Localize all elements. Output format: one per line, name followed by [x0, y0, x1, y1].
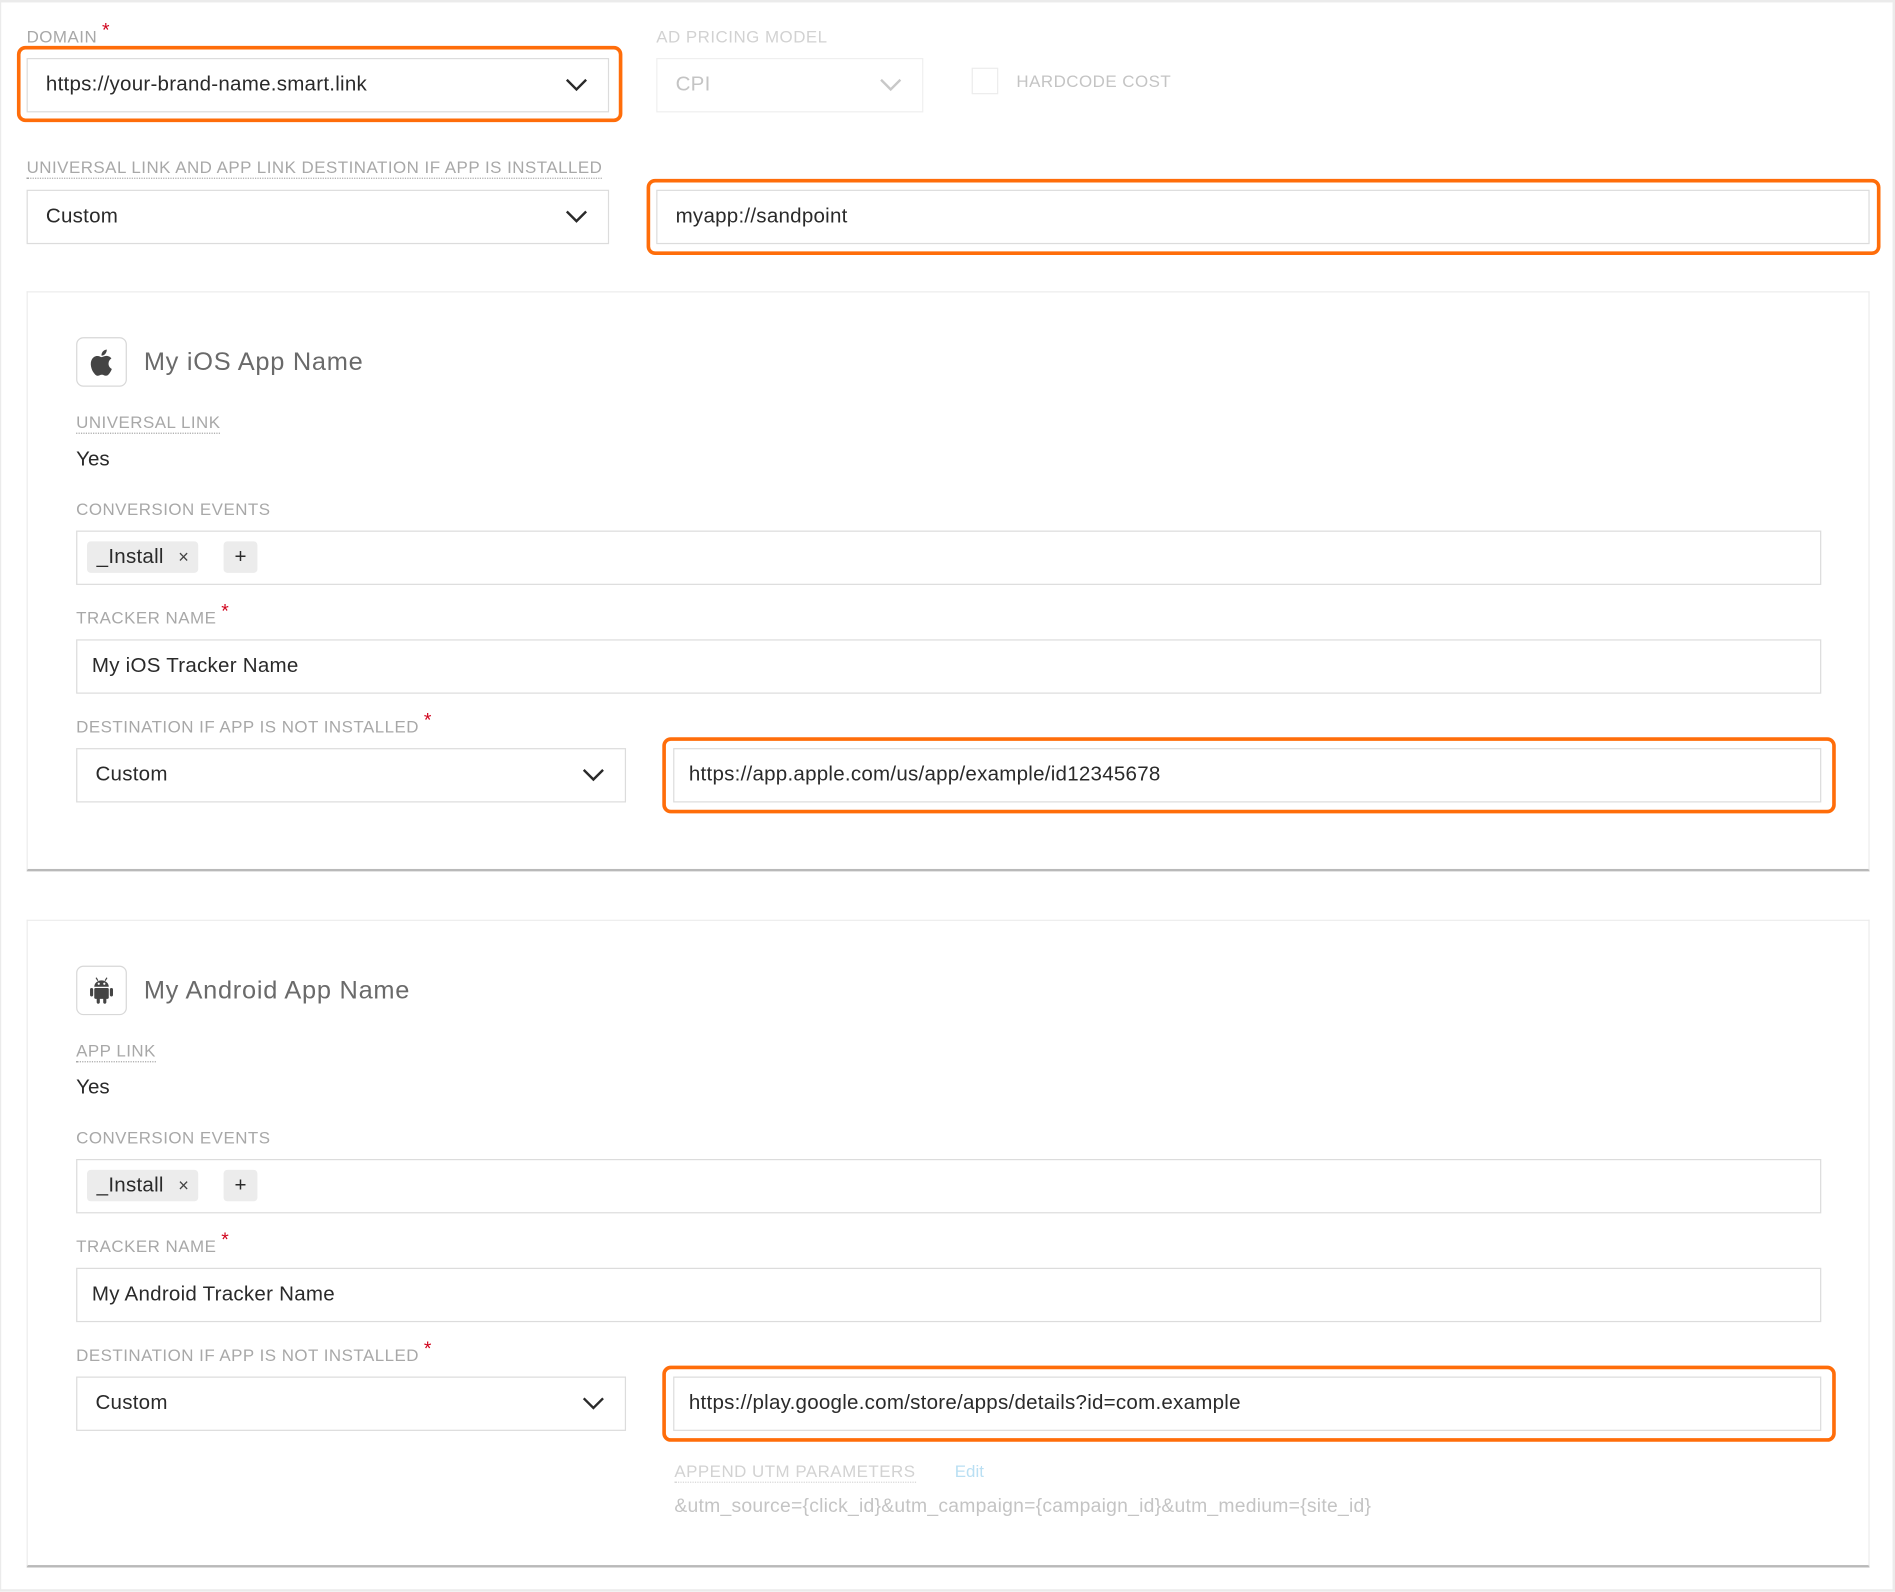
required-mark: *	[102, 20, 111, 42]
ios-conversion-events-label: CONVERSION EVENTS	[76, 499, 271, 519]
tracker-settings-form: DOMAIN * https://your-brand-name.smart.li…	[1, 2, 1893, 1590]
conversion-event-tag: _Install ×	[87, 1169, 199, 1202]
ad-pricing-model-value: CPI	[675, 72, 711, 96]
ad-pricing-model-select[interactable]: CPI	[656, 58, 924, 113]
android-tracker-name-label-text: TRACKER NAME	[76, 1236, 217, 1256]
android-conversion-events-field[interactable]: _Install × +	[76, 1158, 1822, 1214]
conversion-event-tag-label: _Install	[96, 1173, 164, 1197]
ios-destination-url-input[interactable]: https://app.apple.com/us/app/example/id1…	[673, 748, 1822, 803]
add-conversion-event-button[interactable]: +	[223, 541, 258, 573]
universal-link-label: UNIVERSAL LINK	[76, 412, 221, 434]
universal-link-destination-input[interactable]: myapp://sandpoint	[656, 189, 1870, 245]
domain-label: DOMAIN *	[26, 21, 110, 48]
remove-tag-icon[interactable]: ×	[178, 547, 189, 568]
hardcode-cost-checkbox[interactable]	[971, 67, 999, 95]
screenshot-stage: DOMAIN * https://your-brand-name.smart.li…	[0, 0, 1895, 1592]
domain-label-text: DOMAIN	[26, 26, 98, 46]
android-destination-url-value: https://play.google.com/store/apps/detai…	[688, 1391, 1241, 1415]
chevron-down-icon	[582, 768, 604, 782]
apple-icon	[90, 348, 112, 376]
required-mark: *	[423, 710, 432, 732]
conversion-event-tag-label: _Install	[96, 545, 164, 569]
ios-tracker-name-input[interactable]: My iOS Tracker Name	[76, 639, 1822, 694]
android-app-icon-box	[76, 965, 127, 1016]
ios-destination-select[interactable]: Custom	[76, 748, 627, 803]
ios-destination-url-value: https://app.apple.com/us/app/example/id1…	[688, 762, 1161, 786]
add-conversion-event-button[interactable]: +	[223, 1169, 258, 1202]
android-destination-select-value: Custom	[95, 1391, 168, 1415]
conversion-event-tag: _Install ×	[87, 541, 199, 573]
chevron-down-icon	[565, 78, 588, 92]
required-mark: *	[221, 1230, 230, 1251]
universal-link-destination-label: UNIVERSAL LINK AND APP LINK DESTINATION …	[26, 157, 603, 179]
chevron-down-icon	[880, 78, 902, 92]
ad-pricing-model-label: AD PRICING MODEL	[656, 26, 828, 46]
plus-icon: +	[234, 1173, 247, 1197]
append-utm-parameters-label: APPEND UTM PARAMETERS	[674, 1461, 916, 1483]
android-conversion-events-label: CONVERSION EVENTS	[76, 1127, 271, 1147]
ios-tracker-name-label: TRACKER NAME *	[76, 602, 229, 629]
chevron-down-icon	[565, 210, 588, 223]
android-icon	[90, 976, 113, 1004]
android-destination-url-input[interactable]: https://play.google.com/store/apps/detai…	[673, 1376, 1822, 1431]
android-destination-select[interactable]: Custom	[76, 1376, 627, 1431]
utm-parameters-value: &utm_source={click_id}&utm_campaign={cam…	[674, 1496, 1372, 1517]
domain-select[interactable]: https://your-brand-name.smart.link	[26, 58, 610, 113]
android-app-panel: My Android App Name APP LINK Yes CONVERS…	[26, 919, 1870, 1568]
plus-icon: +	[234, 545, 247, 569]
android-tracker-name-input[interactable]: My Android Tracker Name	[76, 1267, 1822, 1323]
ios-destination-label-text: DESTINATION IF APP IS NOT INSTALLED	[76, 716, 420, 737]
ios-app-name: My iOS App Name	[143, 348, 364, 376]
ios-app-panel: My iOS App Name UNIVERSAL LINK Yes CONVE…	[26, 291, 1870, 872]
domain-select-value: https://your-brand-name.smart.link	[45, 72, 368, 96]
android-destination-label: DESTINATION IF APP IS NOT INSTALLED *	[76, 1340, 432, 1366]
universal-link-destination-input-value: myapp://sandpoint	[675, 204, 848, 228]
universal-link-destination-select[interactable]: Custom	[26, 189, 610, 245]
required-mark: *	[221, 601, 230, 623]
chevron-down-icon	[582, 1397, 604, 1410]
universal-link-destination-select-value: Custom	[45, 204, 119, 228]
ios-destination-select-value: Custom	[95, 762, 168, 786]
ios-app-icon-box	[76, 337, 127, 387]
app-link-label: APP LINK	[76, 1041, 156, 1063]
ios-conversion-events-field[interactable]: _Install × +	[76, 530, 1822, 585]
android-destination-label-text: DESTINATION IF APP IS NOT INSTALLED	[76, 1345, 420, 1365]
ios-tracker-name-value: My iOS Tracker Name	[91, 653, 299, 677]
universal-link-value: Yes	[76, 447, 110, 471]
remove-tag-icon[interactable]: ×	[178, 1176, 189, 1197]
hardcode-cost-label: HARDCODE COST	[1016, 71, 1172, 91]
app-link-value: Yes	[76, 1075, 110, 1099]
ios-tracker-name-label-text: TRACKER NAME	[76, 607, 217, 628]
android-tracker-name-value: My Android Tracker Name	[91, 1282, 335, 1306]
edit-utm-link[interactable]: Edit	[955, 1461, 984, 1480]
required-mark: *	[423, 1339, 432, 1360]
ios-destination-label: DESTINATION IF APP IS NOT INSTALLED *	[76, 711, 432, 738]
android-app-name: My Android App Name	[143, 976, 411, 1005]
android-tracker-name-label: TRACKER NAME *	[76, 1231, 229, 1257]
